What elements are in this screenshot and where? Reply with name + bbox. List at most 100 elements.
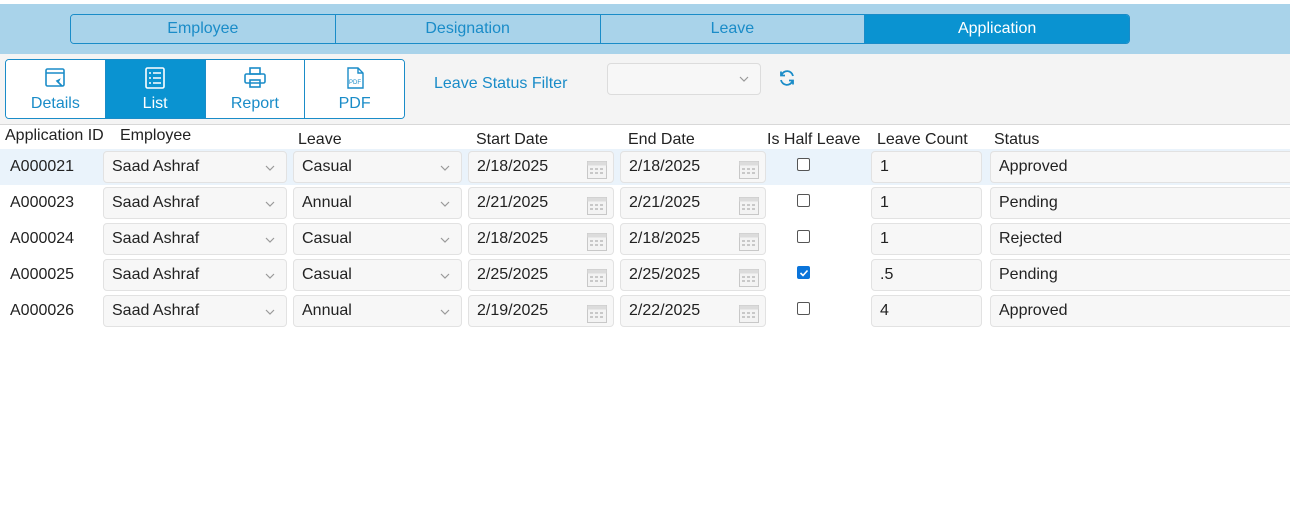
column-header-is-half-leave[interactable]: Is Half Leave	[767, 131, 860, 149]
leave-count-input[interactable]: 1	[871, 223, 982, 255]
start-date-input[interactable]: 2/18/2025	[468, 151, 614, 183]
column-header-status[interactable]: Status	[994, 131, 1039, 149]
status-value: Pending	[999, 194, 1058, 211]
half-leave-checkbox[interactable]	[797, 194, 810, 207]
leave-type-select[interactable]: Casual	[293, 223, 462, 255]
half-leave-checkbox[interactable]	[797, 266, 810, 279]
leave-type-select[interactable]: Casual	[293, 259, 462, 291]
calendar-icon[interactable]	[587, 269, 607, 287]
table-row[interactable]: A000021 Saad Ashraf Casual 2/18/2025 2/1…	[0, 149, 1290, 185]
column-header-leave-count[interactable]: Leave Count	[877, 131, 968, 149]
column-header-application-id[interactable]: Application ID	[5, 127, 104, 145]
leave-count-value: 1	[880, 158, 889, 175]
chevron-down-icon	[265, 237, 275, 243]
calendar-icon[interactable]	[587, 305, 607, 323]
application-id-cell: A000025	[10, 266, 75, 283]
end-date-input[interactable]: 2/18/2025	[620, 223, 766, 255]
start-date-value: 2/18/2025	[477, 230, 549, 247]
leave-type-select[interactable]: Annual	[293, 295, 462, 327]
view-switcher: Details List Report PDF PDF	[5, 59, 405, 119]
chevron-down-icon	[265, 309, 275, 315]
leave-status-filter-select[interactable]	[607, 63, 761, 95]
list-view-button[interactable]: List	[105, 60, 206, 118]
column-header-end-date[interactable]: End Date	[628, 131, 695, 149]
end-date-input[interactable]: 2/22/2025	[620, 295, 766, 327]
pdf-view-button[interactable]: PDF PDF	[305, 60, 404, 118]
calendar-icon[interactable]	[739, 305, 759, 323]
table-row[interactable]: A000024 Saad Ashraf Casual 2/18/2025 2/1…	[0, 221, 1290, 257]
calendar-icon[interactable]	[739, 197, 759, 215]
report-view-button[interactable]: Report	[205, 60, 306, 118]
end-date-value: 2/22/2025	[629, 302, 701, 319]
application-id-cell: A000023	[10, 194, 75, 211]
end-date-input[interactable]: 2/21/2025	[620, 187, 766, 219]
details-view-label: Details	[30, 95, 80, 112]
calendar-icon[interactable]	[739, 161, 759, 179]
leave-type-select[interactable]: Casual	[293, 151, 462, 183]
leave-type-value: Casual	[302, 266, 352, 283]
employee-select[interactable]: Saad Ashraf	[103, 187, 287, 219]
end-date-input[interactable]: 2/25/2025	[620, 259, 766, 291]
start-date-input[interactable]: 2/18/2025	[468, 223, 614, 255]
employee-select[interactable]: Saad Ashraf	[103, 151, 287, 183]
calendar-icon[interactable]	[587, 233, 607, 251]
half-leave-checkbox[interactable]	[797, 230, 810, 243]
employee-select[interactable]: Saad Ashraf	[103, 259, 287, 291]
column-header-employee[interactable]: Employee	[120, 127, 191, 145]
end-date-value: 2/18/2025	[629, 158, 701, 175]
tab-employee[interactable]: Employee	[71, 15, 336, 43]
start-date-value: 2/25/2025	[477, 266, 549, 283]
status-value: Approved	[999, 302, 1068, 319]
status-input[interactable]: Approved	[990, 295, 1290, 327]
tab-designation[interactable]: Designation	[335, 15, 601, 43]
end-date-input[interactable]: 2/18/2025	[620, 151, 766, 183]
leave-count-input[interactable]: .5	[871, 259, 982, 291]
status-input[interactable]: Rejected	[990, 223, 1290, 255]
calendar-icon[interactable]	[739, 269, 759, 287]
application-id-cell: A000026	[10, 302, 75, 319]
calendar-icon[interactable]	[739, 233, 759, 251]
details-view-button[interactable]: Details	[6, 60, 106, 118]
top-nav-bar: Employee Designation Leave Application	[0, 0, 1290, 54]
start-date-input[interactable]: 2/25/2025	[468, 259, 614, 291]
module-tabs: Employee Designation Leave Application	[70, 14, 1130, 44]
end-date-value: 2/25/2025	[629, 266, 701, 283]
leave-type-select[interactable]: Annual	[293, 187, 462, 219]
leave-status-filter-label: Leave Status Filter	[434, 75, 568, 92]
leave-count-input[interactable]: 4	[871, 295, 982, 327]
leave-count-input[interactable]: 1	[871, 187, 982, 219]
table-row[interactable]: A000025 Saad Ashraf Casual 2/25/2025 2/2…	[0, 257, 1290, 293]
calendar-icon[interactable]	[587, 161, 607, 179]
chevron-down-icon	[739, 76, 749, 82]
status-input[interactable]: Pending	[990, 259, 1290, 291]
status-input[interactable]: Approved	[990, 151, 1290, 183]
employee-select[interactable]: Saad Ashraf	[103, 223, 287, 255]
status-input[interactable]: Pending	[990, 187, 1290, 219]
pdf-view-label: PDF	[338, 95, 371, 112]
column-header-leave[interactable]: Leave	[298, 131, 342, 149]
application-id-cell: A000024	[10, 230, 75, 247]
start-date-input[interactable]: 2/21/2025	[468, 187, 614, 219]
leave-count-input[interactable]: 1	[871, 151, 982, 183]
half-leave-checkbox[interactable]	[797, 158, 810, 171]
tab-application[interactable]: Application	[865, 15, 1129, 43]
leave-type-value: Annual	[302, 302, 352, 319]
table-row[interactable]: A000023 Saad Ashraf Annual 2/21/2025 2/2…	[0, 185, 1290, 221]
status-value: Rejected	[999, 230, 1063, 247]
leave-count-value: 1	[880, 194, 889, 211]
employee-select[interactable]: Saad Ashraf	[103, 295, 287, 327]
employee-value: Saad Ashraf	[112, 230, 200, 247]
calendar-icon[interactable]	[587, 197, 607, 215]
end-date-value: 2/21/2025	[629, 194, 701, 211]
toolbar: Details List Report PDF PDF Leave Status…	[0, 54, 1290, 125]
start-date-input[interactable]: 2/19/2025	[468, 295, 614, 327]
chevron-down-icon	[440, 309, 450, 315]
column-header-start-date[interactable]: Start Date	[476, 131, 548, 149]
table-row[interactable]: A000026 Saad Ashraf Annual 2/19/2025 2/2…	[0, 293, 1290, 329]
half-leave-checkbox[interactable]	[797, 302, 810, 315]
list-view-label: List	[142, 95, 168, 112]
chevron-down-icon	[265, 273, 275, 279]
tab-leave[interactable]: Leave	[600, 15, 866, 43]
refresh-icon[interactable]	[777, 68, 797, 88]
leave-count-value: 1	[880, 230, 889, 247]
